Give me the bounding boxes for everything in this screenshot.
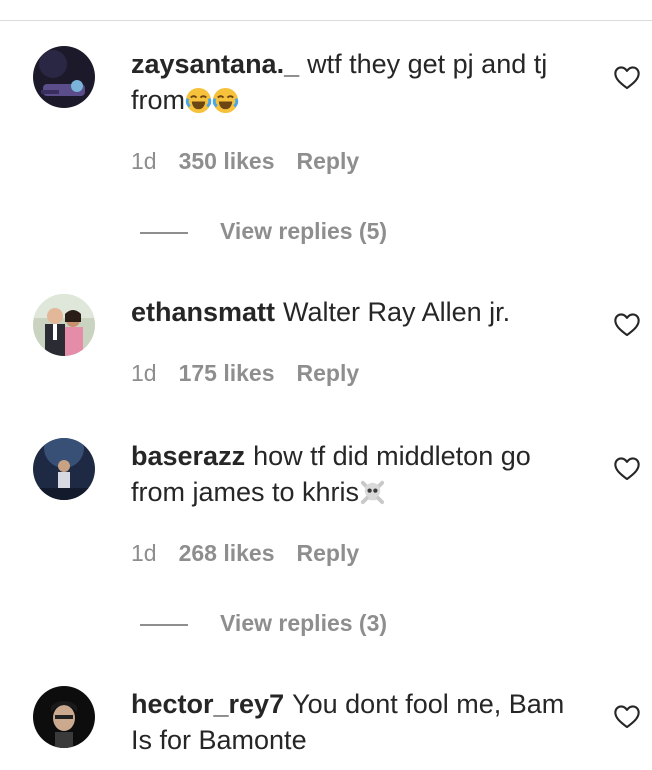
comment-text: zaysantana._ wtf they get pj and tj from [131, 46, 591, 118]
avatar[interactable] [33, 294, 95, 356]
comment-time: 1d [131, 540, 157, 566]
comment-text: hector_rey7 You dont fool me, Bam Is for … [131, 686, 591, 758]
avatar[interactable] [33, 46, 95, 108]
comment-meta: 1d 350 likes Reply [131, 148, 359, 175]
comment-meta: 1d 175 likes Reply [131, 360, 359, 387]
reply-button[interactable]: Reply [297, 148, 360, 174]
view-replies-button[interactable]: View replies (5) [140, 218, 387, 245]
comment-username[interactable]: ethansmatt [131, 297, 275, 327]
comment-body: Walter Ray Allen jr. [283, 297, 511, 327]
likes-count[interactable]: 268 likes [179, 540, 275, 566]
comment-username[interactable]: zaysantana._ [131, 49, 299, 79]
joy-emoji-icon [212, 87, 239, 114]
reply-button[interactable]: Reply [297, 360, 360, 386]
top-divider [0, 20, 652, 21]
comment-username[interactable]: baserazz [131, 441, 245, 471]
comment-time: 1d [131, 360, 157, 386]
replies-divider-line [140, 624, 188, 626]
avatar[interactable] [33, 438, 95, 500]
replies-divider-line [140, 232, 188, 234]
likes-count[interactable]: 175 likes [179, 360, 275, 386]
view-replies-label: View replies (5) [220, 218, 388, 244]
view-replies-label: View replies (3) [220, 610, 388, 636]
heart-outline-icon[interactable] [613, 64, 641, 90]
view-replies-button[interactable]: View replies (3) [140, 610, 387, 637]
heart-outline-icon[interactable] [613, 311, 641, 337]
heart-outline-icon[interactable] [613, 703, 641, 729]
comment-text: ethansmatt Walter Ray Allen jr. [131, 294, 591, 330]
skull-crossbones-emoji-icon [360, 480, 385, 505]
reply-button[interactable]: Reply [297, 540, 360, 566]
comment-time: 1d [131, 148, 157, 174]
joy-emoji-icon [185, 87, 212, 114]
avatar[interactable] [33, 686, 95, 748]
likes-count[interactable]: 350 likes [179, 148, 275, 174]
heart-outline-icon[interactable] [613, 455, 641, 481]
comment-username[interactable]: hector_rey7 [131, 689, 284, 719]
comment-meta: 1d 268 likes Reply [131, 540, 359, 567]
comment-text: baserazz how tf did middleton go from jam… [131, 438, 591, 510]
